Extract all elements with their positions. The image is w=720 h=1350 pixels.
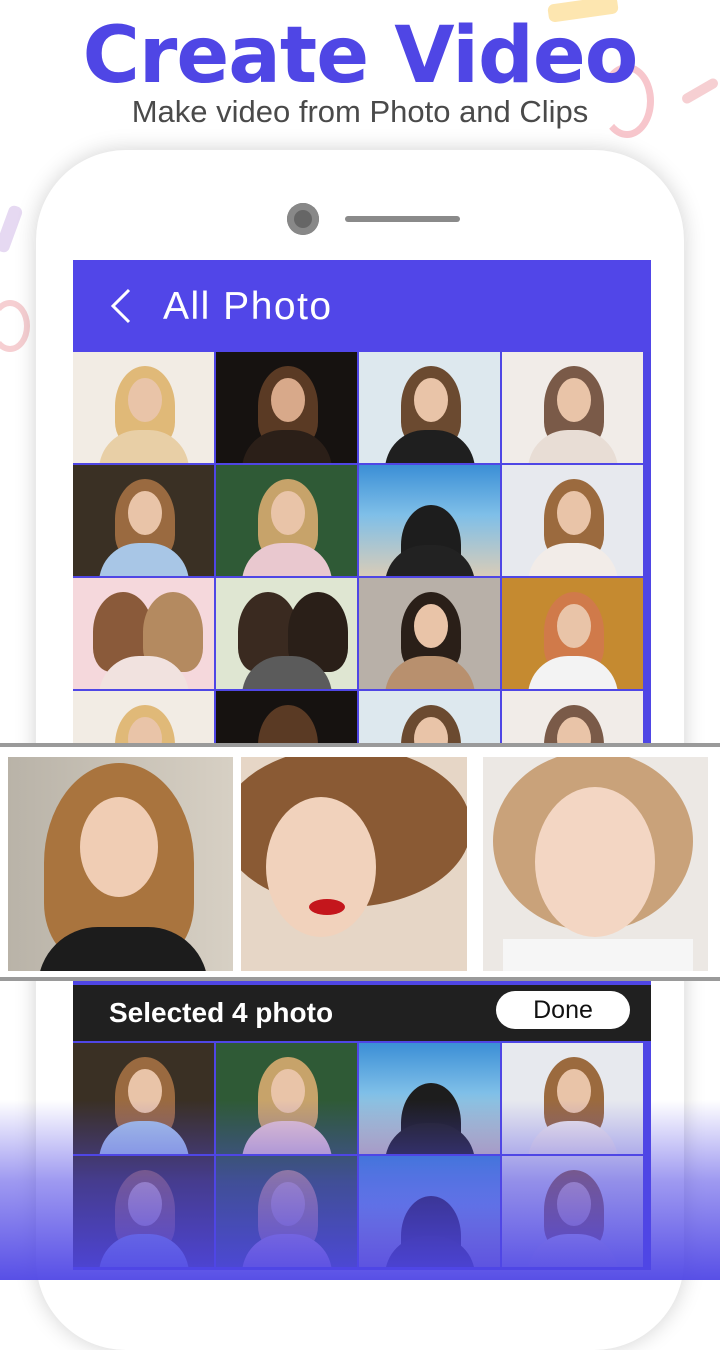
photo-thumbnail[interactable] [359, 578, 500, 689]
selected-photos-strip [0, 743, 720, 981]
photo-grid [73, 352, 651, 802]
bottom-gradient-overlay [0, 1100, 720, 1280]
confetti-decoration [0, 300, 30, 352]
photo-thumbnail[interactable] [216, 352, 357, 463]
photo-thumbnail[interactable] [359, 352, 500, 463]
selected-photo[interactable] [8, 757, 233, 971]
phone-camera [287, 203, 319, 235]
app-header: All Photo [73, 260, 651, 352]
photo-thumbnail[interactable] [502, 578, 643, 689]
selected-count-label: Selected 4 photo [109, 997, 334, 1028]
promo-title: Create Video [82, 11, 639, 101]
photo-thumbnail[interactable] [216, 465, 357, 576]
photo-thumbnail[interactable] [73, 578, 214, 689]
photo-thumbnail[interactable] [502, 352, 643, 463]
chevron-left-icon[interactable] [105, 286, 145, 326]
photo-thumbnail[interactable] [73, 352, 214, 463]
selected-photo[interactable] [241, 757, 467, 971]
promo-subtitle: Make video from Photo and Clips [131, 94, 589, 129]
confetti-decoration [0, 204, 24, 254]
photo-thumbnail[interactable] [359, 465, 500, 576]
photo-thumbnail[interactable] [73, 465, 214, 576]
photo-thumbnail[interactable] [502, 465, 643, 576]
selected-photo[interactable] [483, 757, 708, 971]
done-button[interactable]: Done [496, 991, 630, 1029]
selection-bar: Selected 4 photo Done [73, 985, 651, 1041]
photo-thumbnail[interactable] [216, 578, 357, 689]
page-title: All Photo [163, 285, 333, 328]
phone-speaker [345, 216, 460, 222]
